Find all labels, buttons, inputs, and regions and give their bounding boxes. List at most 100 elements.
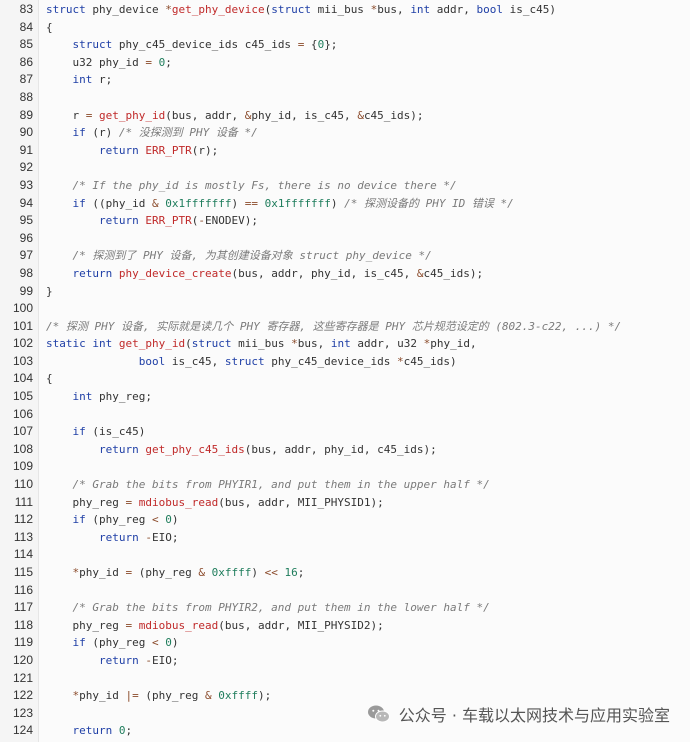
code-line: 91 return ERR_PTR(r); [0,142,690,160]
code-token: (bus, addr, [165,108,245,122]
code-token: & [204,689,212,703]
code-token: * [165,3,172,16]
code-line: 102 static int get_phy_id(struct mii_bus … [0,335,690,353]
code-token: == [244,196,258,210]
code-token: struct [224,354,265,368]
code-token: < [151,513,159,527]
code-token: static [46,337,86,351]
code-text: /* 探测 PHY 设备, 实际就是读几个 PHY 寄存器, 这些寄存器是 PH… [46,318,621,336]
line-number: 103 [12,353,33,368]
code-token: ) [330,196,345,210]
code-line: 87 int r; [0,71,690,89]
code-token: /* 探测 PHY 设备, 实际就是读几个 PHY 寄存器, 这些寄存器是 PH… [46,319,622,333]
code-token: = [145,55,152,69]
code-text: if (phy_reg < 0) [46,511,179,529]
code-line: 88 [0,89,690,107]
line-number: 111 [14,494,33,509]
line-number: 109 [12,459,33,474]
code-token: { [304,38,318,52]
code-token: ((phy_id [85,196,152,210]
code-token: ); [257,689,272,703]
code-token: & [198,566,205,579]
code-token: phy_device [85,3,166,16]
code-text: u32 phy_id = 0; [46,54,171,72]
code-text: struct phy_device *get_phy_device(struct… [46,1,556,19]
code-line: 95 return ERR_PTR(-ENODEV); [0,212,690,230]
code-token: * [397,354,404,368]
code-token: ) [231,196,245,210]
code-token: is_c45) [503,3,557,16]
code-token: (phy_reg [132,566,199,579]
code-token: (phy_reg [85,513,152,527]
code-token: phy_reg [46,618,126,632]
line-number: 97 [19,248,33,263]
line-number: 123 [12,705,33,720]
code-token: /* 探测到了 PHY 设备, 为其创建设备对象 struct phy_devi… [72,249,432,263]
code-token: - [145,530,152,544]
code-line: 96 [0,230,690,248]
code-line: 100 [0,300,690,318]
code-line: 105 int phy_reg; [0,388,690,406]
code-token: }; [324,38,338,52]
code-text: if ((phy_id & 0x1fffffff) == 0x1fffffff)… [46,195,514,213]
code-token: phy_id [79,566,126,579]
code-token: int [410,3,431,16]
code-token: return [98,442,139,456]
code-text: if (is_c45) [46,423,146,441]
code-token: c45_ids); [423,266,484,280]
line-number: 122 [12,688,33,703]
code-token: bus, [297,337,331,351]
code-token: << [264,566,278,579]
code-line: 118 phy_reg = mdiobus_read(bus, addr, MI… [0,617,690,635]
code-token: if [72,425,86,439]
code-token: bool [476,3,504,16]
code-text: /* If the phy_id is mostly Fs, there is … [46,177,457,195]
code-line: 114 [0,546,690,564]
code-token: u32 phy_id [46,55,146,69]
line-number: 83 [19,2,33,16]
code-token: struct [72,38,113,52]
line-number: 117 [13,600,33,615]
line-number: 84 [19,19,33,34]
line-number: 88 [19,89,33,104]
line-number: 89 [19,107,33,122]
code-token: /* Grab the bits from PHYIR2, and put th… [72,601,490,615]
code-token: 0 [165,636,172,650]
code-token: is_c45, [165,354,225,368]
code-token: addr, u32 [350,337,424,351]
code-token: (r); [191,143,219,157]
code-token: phy_reg [46,495,126,509]
code-line: 92 [0,159,690,177]
code-token: 0x1fffffff [165,196,232,210]
line-number: 95 [19,213,33,228]
code-line: 104 { [0,370,690,388]
line-number: 116 [13,582,33,597]
code-token: (bus, addr, MII_PHYSID2); [218,618,384,632]
code-token: 0xffff [211,566,252,579]
code-text: phy_reg = mdiobus_read(bus, addr, MII_PH… [46,494,383,512]
code-token: 0 [165,513,172,527]
code-token: int [72,73,93,87]
code-token: if [72,126,86,140]
code-token: - [198,214,205,228]
code-text: phy_reg = mdiobus_read(bus, addr, MII_PH… [46,617,384,635]
code-token: (phy_reg [138,689,205,703]
code-line: 112 if (phy_reg < 0) [0,511,690,529]
code-token: if [72,196,86,210]
line-number: 101 [12,318,33,333]
code-token: { [46,20,53,34]
code-text: struct phy_c45_device_ids c45_ids = {0}; [46,36,338,54]
code-text: int r; [46,71,113,89]
